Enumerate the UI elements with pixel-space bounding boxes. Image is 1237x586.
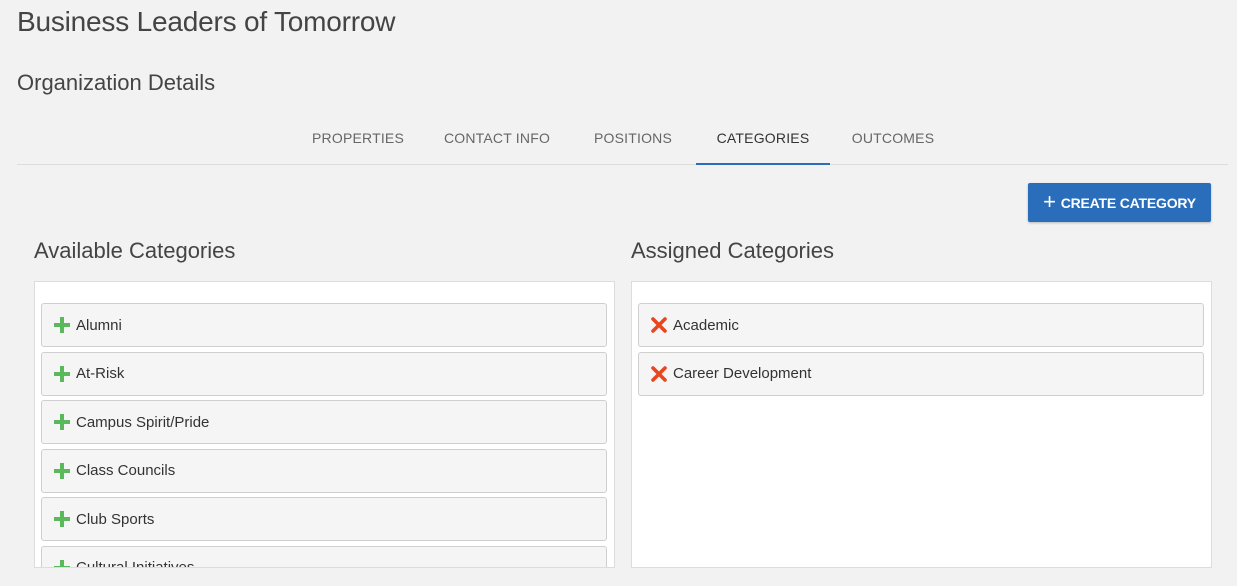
category-label: Club Sports	[76, 510, 155, 528]
plus-icon	[54, 317, 70, 333]
create-category-button[interactable]: + CREATE CATEGORY	[1028, 183, 1211, 222]
tab-contact-info[interactable]: CONTACT INFO	[437, 115, 557, 163]
available-category-item[interactable]: Alumni	[41, 303, 607, 347]
assigned-categories-panel[interactable]: Academic Career Development	[631, 281, 1212, 568]
section-title: Organization Details	[17, 70, 216, 95]
category-label: Academic	[673, 316, 739, 334]
plus-icon	[54, 462, 70, 479]
plus-icon: +	[1043, 188, 1056, 214]
remove-x-icon	[651, 365, 667, 382]
remove-x-icon	[651, 317, 667, 333]
available-category-item[interactable]: Campus Spirit/Pride	[41, 400, 607, 444]
organization-name: Business Leaders of Tomorrow	[17, 6, 396, 37]
category-label: Campus Spirit/Pride	[76, 413, 210, 431]
available-categories-panel[interactable]: Alumni At-Risk Campus Spirit/Pride Class…	[34, 281, 615, 568]
plus-icon	[54, 414, 70, 430]
tab-positions[interactable]: POSITIONS	[583, 115, 683, 163]
page: Business Leaders of Tomorrow Organizatio…	[0, 0, 1237, 586]
available-categories-title: Available Categories	[34, 238, 236, 263]
category-label: Career Development	[673, 365, 812, 382]
available-categories-list: Alumni At-Risk Campus Spirit/Pride Class…	[41, 303, 607, 568]
tab-outcomes[interactable]: OUTCOMES	[843, 115, 943, 163]
plus-icon	[54, 511, 70, 527]
available-category-item[interactable]: At-Risk	[41, 351, 607, 396]
assigned-categories-list: Academic Career Development	[638, 303, 1204, 400]
plus-icon	[54, 559, 70, 567]
available-category-item[interactable]: Class Councils	[41, 448, 607, 493]
available-category-item[interactable]: Club Sports	[41, 497, 607, 541]
category-label: Class Councils	[76, 462, 176, 479]
assigned-category-item[interactable]: Career Development	[638, 351, 1204, 396]
available-category-item[interactable]: Cultural Initiatives	[41, 545, 607, 568]
assigned-categories-title: Assigned Categories	[631, 238, 835, 263]
tab-bar: PROPERTIES CONTACT INFO POSITIONS CATEGO…	[17, 115, 1228, 165]
plus-icon	[54, 365, 70, 382]
category-label: Alumni	[76, 316, 122, 334]
tab-categories[interactable]: CATEGORIES	[696, 115, 830, 165]
category-label: Cultural Initiatives	[76, 559, 195, 568]
tab-properties[interactable]: PROPERTIES	[304, 115, 412, 163]
create-category-label: CREATE CATEGORY	[1060, 194, 1196, 211]
assigned-category-item[interactable]: Academic	[638, 303, 1204, 347]
category-label: At-Risk	[76, 365, 125, 382]
